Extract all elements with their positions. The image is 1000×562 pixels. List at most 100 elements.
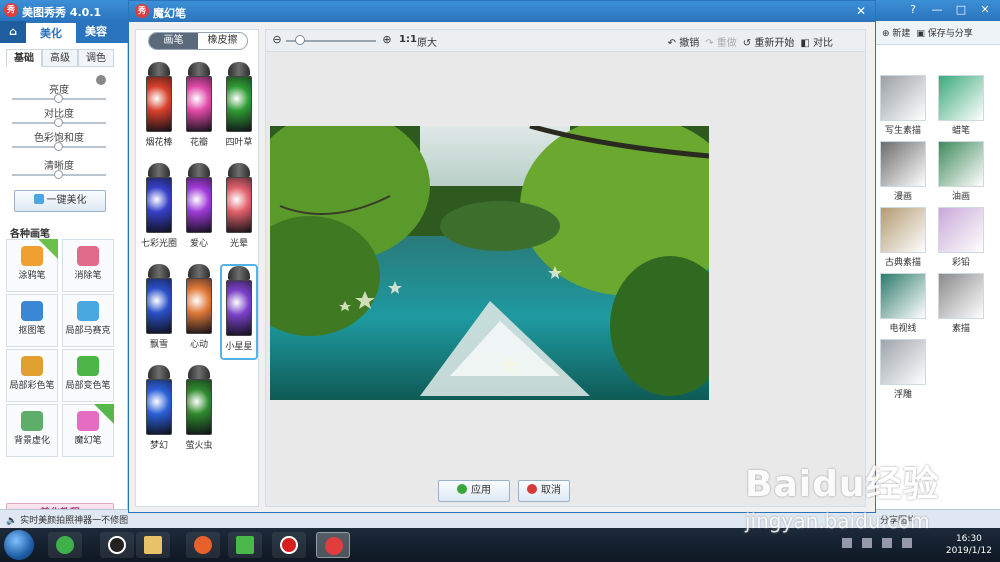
brush-item[interactable]: 局部马赛克 xyxy=(62,294,114,347)
brush-item[interactable]: 消除笔 xyxy=(62,239,114,292)
contrast-slider[interactable]: 对比度 xyxy=(12,105,106,127)
pen-cap-icon xyxy=(148,163,170,177)
pen-cap-icon xyxy=(188,163,210,177)
restart-button[interactable]: ↺ 重新开始 xyxy=(743,34,795,49)
tab-beauty[interactable]: 美容 xyxy=(76,21,116,43)
brush-item[interactable]: 局部彩色笔 xyxy=(6,349,58,402)
taskbar-app-folder[interactable] xyxy=(136,532,170,558)
brush-icon xyxy=(77,246,99,266)
save-share-button[interactable]: ▣ 保存与分享 xyxy=(916,26,972,39)
zoom-ratio-button[interactable]: 1:1 xyxy=(399,34,417,45)
brush-item[interactable]: 局部变色笔 xyxy=(62,349,114,402)
pen-label: 飘雪 xyxy=(149,340,168,350)
brush-grid: 涂鸦笔 消除笔 抠图笔 局部马赛克 局部彩色笔 局部变色笔 背景虚化 魔幻笔 xyxy=(6,239,116,457)
volume-icon[interactable] xyxy=(882,538,892,548)
pen-item[interactable]: 小星星 xyxy=(220,264,258,365)
brush-item[interactable]: 抠图笔 xyxy=(6,294,58,347)
one-key-beautify-button[interactable]: 一键美化 xyxy=(14,190,106,212)
cancel-button[interactable]: 取消 xyxy=(518,480,570,502)
effect-thumbnail xyxy=(880,207,926,253)
pen-item[interactable]: 七彩光圈 xyxy=(140,163,178,264)
effect-item[interactable]: 电视线 xyxy=(876,273,930,339)
zoom-in-icon[interactable]: ⊕ xyxy=(380,33,394,47)
pen-item[interactable]: 萤火虫 xyxy=(180,365,218,466)
new-button[interactable]: ⊕ 新建 xyxy=(882,26,910,39)
pen-item[interactable]: 心动 xyxy=(180,264,218,365)
brush-tag-badge xyxy=(38,239,58,259)
undo-label: 撤销 xyxy=(679,38,700,49)
brushes-title: 各种画笔 xyxy=(10,229,50,240)
pen-label: 小星星 xyxy=(225,342,253,352)
redo-button[interactable]: ↷ 重做 xyxy=(705,34,737,49)
maximize-icon[interactable]: □ xyxy=(954,3,968,16)
effect-thumbnail xyxy=(938,273,984,319)
taskbar-app-recorder[interactable] xyxy=(272,532,306,558)
effect-item[interactable]: 漫画 xyxy=(876,141,930,207)
effect-item[interactable]: 油画 xyxy=(934,141,988,207)
close-icon[interactable]: ✕ xyxy=(853,3,869,19)
pen-frame: 花瓣 xyxy=(180,62,218,158)
home-icon[interactable]: ⌂ xyxy=(0,21,26,43)
minimize-icon[interactable]: — xyxy=(930,3,944,16)
zoom-out-icon[interactable]: ⊖ xyxy=(270,33,284,47)
subtab-color[interactable]: 调色 xyxy=(78,49,114,67)
close-window-icon[interactable]: ✕ xyxy=(978,3,992,16)
clock[interactable]: 16:30 2019/1/12 xyxy=(946,533,992,557)
help-icon[interactable]: ? xyxy=(906,3,920,16)
brush-mode-button[interactable]: 画笔 xyxy=(149,33,198,49)
saturation-slider[interactable]: 色彩饱和度 xyxy=(12,129,106,151)
brush-item[interactable]: 背景虚化 xyxy=(6,404,58,457)
keyboard-icon[interactable] xyxy=(842,538,852,548)
apply-button[interactable]: 应用 xyxy=(438,480,510,502)
effect-thumbnail xyxy=(938,141,984,187)
status-left: 实时美颜拍照神器一不修图 xyxy=(20,516,129,526)
canvas-toolbar: ⊖ ⊕ 1:1 原大 ↶ 撤销 ↷ 重做 ↺ 重新开始 ◧ 对比 xyxy=(266,30,865,52)
pen-label: 光晕 xyxy=(229,239,248,249)
effect-item[interactable]: 彩铅 xyxy=(934,207,988,273)
pen-item[interactable]: 梦幻 xyxy=(140,365,178,466)
zoom-original-label[interactable]: 原大 xyxy=(417,34,437,49)
compare-label: 对比 xyxy=(813,38,833,49)
pen-label: 七彩光圈 xyxy=(140,239,177,249)
taskbar-app-player[interactable] xyxy=(228,532,262,558)
effect-item[interactable]: 古典素描 xyxy=(876,207,930,273)
effect-thumbnail xyxy=(938,207,984,253)
dialog-title-bar: 秀 魔幻笔 ✕ xyxy=(129,1,875,22)
subtab-advanced[interactable]: 高级 xyxy=(42,49,78,67)
taskbar-app-meitu[interactable] xyxy=(316,532,350,558)
slider-knob[interactable] xyxy=(54,142,63,151)
network-icon[interactable] xyxy=(862,538,872,548)
brightness-slider[interactable]: 亮度 xyxy=(12,81,106,103)
undo-button[interactable]: ↶ 撤销 xyxy=(668,34,700,49)
right-panel: ⊕ 新建 ▣ 保存与分享 写生素描 蜡笔 漫画 油画 古典素描 彩铅 电视线 素描 浮雕 xyxy=(875,21,1000,509)
zoom-knob[interactable] xyxy=(294,35,305,45)
taskbar-app-qq[interactable] xyxy=(100,532,134,558)
slider-knob[interactable] xyxy=(54,94,63,103)
pen-item[interactable]: 光晕 xyxy=(220,163,258,264)
sharpness-slider[interactable]: 清晰度 xyxy=(12,157,106,179)
pen-body-icon xyxy=(186,379,212,435)
effect-item[interactable]: 写生素描 xyxy=(876,75,930,141)
taskbar-app-360[interactable] xyxy=(48,532,82,558)
compare-button[interactable]: ◧ 对比 xyxy=(800,34,833,49)
eraser-mode-button[interactable]: 橡皮擦 xyxy=(198,33,247,49)
brush-item[interactable]: 魔幻笔 xyxy=(62,404,114,457)
language-icon[interactable] xyxy=(902,538,912,548)
effect-item[interactable]: 素描 xyxy=(934,273,988,339)
photo-canvas[interactable] xyxy=(270,126,709,400)
start-button[interactable] xyxy=(4,530,34,560)
tab-beautify[interactable]: 美化 xyxy=(26,21,76,43)
pen-frame: 四叶草 xyxy=(220,62,258,158)
slider-knob[interactable] xyxy=(54,170,63,179)
taskbar-app-firefox[interactable] xyxy=(186,532,220,558)
effect-item[interactable]: 浮雕 xyxy=(876,339,930,405)
pen-item[interactable]: 花瓣 xyxy=(180,62,218,163)
pen-item[interactable]: 飘雪 xyxy=(140,264,178,365)
slider-knob[interactable] xyxy=(54,118,63,127)
pen-item[interactable]: 四叶草 xyxy=(220,62,258,163)
brush-item[interactable]: 涂鸦笔 xyxy=(6,239,58,292)
effect-item[interactable]: 蜡笔 xyxy=(934,75,988,141)
pen-item[interactable]: 爱心 xyxy=(180,163,218,264)
subtab-basic[interactable]: 基础 xyxy=(6,49,42,67)
pen-item[interactable]: 烟花棒 xyxy=(140,62,178,163)
